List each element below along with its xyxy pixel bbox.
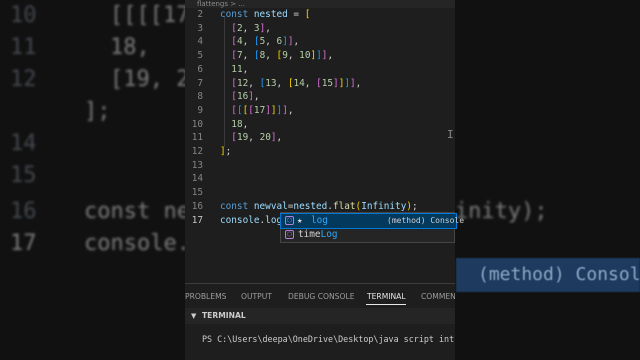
terminal-header[interactable]: ▼ TERMINAL [185, 308, 455, 324]
line-number: 3 [197, 22, 203, 34]
tab-comments[interactable]: COMMENTS [421, 292, 455, 301]
line-number: 17 [191, 214, 203, 226]
terminal-prompt[interactable]: PS C:\Users\deepa\OneDrive\Desktop\java … [202, 334, 455, 344]
code-line[interactable]: 14 [185, 172, 455, 186]
background-line-number: 16 [10, 199, 37, 224]
code-text: [[[[17]]]], [231, 104, 294, 116]
line-number: 15 [191, 187, 203, 199]
tab-debug-console[interactable]: DEBUG CONSOLE [288, 292, 355, 301]
code-text: [12, [13, [14, [15]]]], [231, 77, 362, 89]
code-text: 18, [231, 118, 249, 130]
code-line[interactable]: 15 [185, 186, 455, 200]
tab-terminal[interactable]: TERMINAL [367, 292, 406, 301]
code-line[interactable]: 7 [12, [13, [14, [15]]]], [185, 77, 455, 91]
line-number: 12 [191, 146, 203, 157]
star-icon: ★ [297, 216, 303, 226]
suggestion-item[interactable]: ⬡ ★ log (method) Console [280, 213, 464, 229]
chevron-down-icon[interactable]: ▼ [191, 308, 196, 324]
code-line[interactable]: 9 [[[[17]]]], [185, 104, 455, 118]
code-line[interactable]: 3 [2, 3], [185, 22, 455, 36]
line-number: 10 [191, 118, 203, 130]
code-text: [7, [8, [9, 10]]], [231, 50, 334, 62]
line-number: 2 [197, 9, 203, 20]
active-tab-underline [366, 304, 406, 305]
line-number: 6 [197, 63, 203, 75]
breadcrumb[interactable]: flattengs > ... [185, 0, 455, 8]
background-line-number: 17 [10, 231, 37, 256]
background-line-number: 10 [10, 3, 37, 28]
code-line[interactable]: 5 [7, [8, [9, 10]]], [185, 49, 455, 63]
background-line-text: 18, [110, 35, 150, 60]
suggestion-label: timeLog [298, 229, 338, 240]
code-text: ]; [220, 146, 232, 157]
code-text: [4, [5, 6]], [231, 36, 300, 48]
text-cursor-icon: I [447, 128, 454, 141]
method-icon: ⬡ [285, 216, 294, 225]
line-number: 4 [197, 36, 203, 48]
method-icon: ⬡ [285, 230, 294, 239]
background-line-text: ]; [84, 99, 111, 124]
line-number: 5 [197, 50, 203, 62]
code-line[interactable]: 6 11, [185, 63, 455, 77]
code-line[interactable]: 2 const nested = [ [185, 8, 455, 22]
code-line[interactable]: 8 [16], [185, 90, 455, 104]
code-line[interactable]: 10 18, [185, 118, 455, 132]
line-number: 14 [191, 173, 203, 185]
code-text: console.log [220, 214, 283, 226]
line-number: 16 [191, 200, 203, 212]
background-line-number: 14 [10, 131, 37, 156]
autocomplete-widget: ⬡ ★ log (method) Console ⬡ timeLog [280, 212, 464, 243]
code-text: const nested = [ [220, 9, 311, 20]
bottom-panel: PROBLEMS OUTPUT DEBUG CONSOLE TERMINAL C… [185, 283, 455, 360]
suggestion-label: log [311, 215, 328, 226]
code-line[interactable]: 13 [185, 159, 455, 173]
code-text: [19, 20], [231, 132, 283, 144]
code-text: [16], [231, 91, 260, 103]
code-text: [2, 3], [231, 22, 271, 34]
background-hint: (method) Console [456, 258, 640, 292]
panel-tabs: PROBLEMS OUTPUT DEBUG CONSOLE TERMINAL C… [185, 284, 455, 308]
line-number: 11 [191, 132, 203, 144]
line-number: 7 [197, 77, 203, 89]
code-line[interactable]: 12]; [185, 145, 455, 159]
code-editor[interactable]: flattengs > ... 2 const nested = [ 3 [2, 3… [185, 0, 455, 360]
code-text: 11, [231, 63, 249, 75]
suggestion-item[interactable]: ⬡ timeLog [281, 228, 456, 242]
background-line-number: 15 [10, 163, 37, 188]
terminal-title: TERMINAL [202, 311, 246, 320]
line-number: 9 [197, 104, 203, 116]
background-line-number: 12 [10, 67, 37, 92]
code-line[interactable]: 4 [4, [5, 6]], [185, 35, 455, 49]
tab-output[interactable]: OUTPUT [241, 292, 272, 301]
line-number: 13 [191, 159, 203, 171]
suggestion-detail: (method) Console [387, 216, 465, 225]
tab-problems[interactable]: PROBLEMS [185, 292, 226, 301]
background-line-number: 11 [10, 35, 37, 60]
line-number: 8 [197, 91, 203, 103]
code-line[interactable]: 11 [19, 20], [185, 131, 455, 145]
